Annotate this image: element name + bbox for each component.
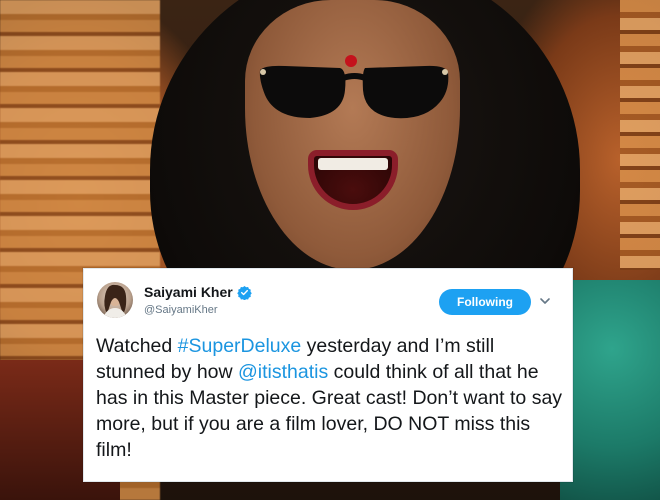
clothing-right <box>560 280 660 500</box>
display-name[interactable]: Saiyami Kher <box>144 284 233 300</box>
following-button[interactable]: Following <box>439 289 531 315</box>
mention-link[interactable]: @itisthatis <box>238 361 328 383</box>
avatar-image <box>103 284 127 318</box>
chevron-down-icon[interactable] <box>538 294 552 308</box>
hashtag-link[interactable]: #SuperDeluxe <box>178 335 302 357</box>
snack-packets-right <box>620 0 660 270</box>
sunglasses <box>259 65 449 119</box>
avatar[interactable] <box>97 282 133 318</box>
tweet-text: Watched #SuperDeluxe yesterday and I’m s… <box>96 333 566 463</box>
embedded-tweet-card: Saiyami Kher @SaiyamiKher Following Watc… <box>83 268 573 482</box>
teeth <box>318 158 388 170</box>
verified-badge-icon <box>236 285 252 300</box>
user-handle[interactable]: @SaiyamiKher <box>144 304 218 316</box>
name-row: Saiyami Kher <box>144 284 252 300</box>
tweet-text-part: Watched <box>96 335 178 357</box>
